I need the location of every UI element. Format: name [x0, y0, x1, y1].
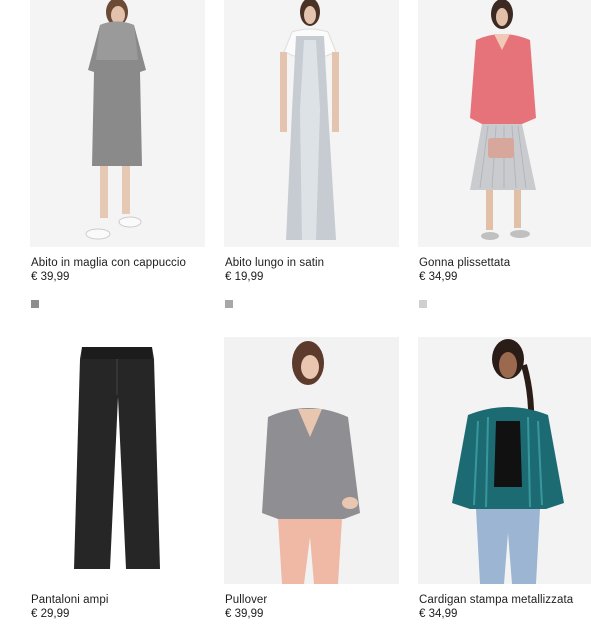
- color-swatch[interactable]: [31, 300, 39, 308]
- product-name[interactable]: Abito in maglia con cappuccio: [31, 257, 186, 269]
- product-name[interactable]: Gonna plissettata: [419, 257, 510, 269]
- product-image[interactable]: [224, 0, 399, 247]
- product-name[interactable]: Pantaloni ampi: [31, 594, 108, 606]
- product-name[interactable]: Abito lungo in satin: [225, 257, 324, 269]
- product-card[interactable]: Cardigan stampa metallizzata € 34,99: [418, 337, 591, 620]
- product-image[interactable]: [418, 0, 591, 247]
- product-grid: Abito in maglia con cappuccio € 39,99 Ab…: [0, 0, 591, 640]
- product-price: € 19,99: [225, 271, 264, 283]
- product-image[interactable]: [224, 337, 399, 584]
- product-card[interactable]: Abito in maglia con cappuccio € 39,99: [30, 0, 205, 308]
- product-card[interactable]: Abito lungo in satin € 19,99: [224, 0, 399, 308]
- product-card[interactable]: Pullover € 39,99: [224, 337, 399, 620]
- color-swatch[interactable]: [419, 300, 427, 308]
- product-image[interactable]: [418, 337, 591, 584]
- product-price: € 39,99: [31, 271, 70, 283]
- product-name[interactable]: Cardigan stampa metallizzata: [419, 594, 573, 606]
- product-price: € 39,99: [225, 608, 264, 620]
- product-image[interactable]: [30, 337, 205, 584]
- product-card[interactable]: Pantaloni ampi € 29,99: [30, 337, 205, 620]
- product-price: € 34,99: [419, 271, 458, 283]
- product-name[interactable]: Pullover: [225, 594, 267, 606]
- product-price: € 34,99: [419, 608, 458, 620]
- color-swatch[interactable]: [225, 300, 233, 308]
- product-price: € 29,99: [31, 608, 70, 620]
- product-card[interactable]: Gonna plissettata € 34,99: [418, 0, 591, 308]
- product-image[interactable]: [30, 0, 205, 247]
